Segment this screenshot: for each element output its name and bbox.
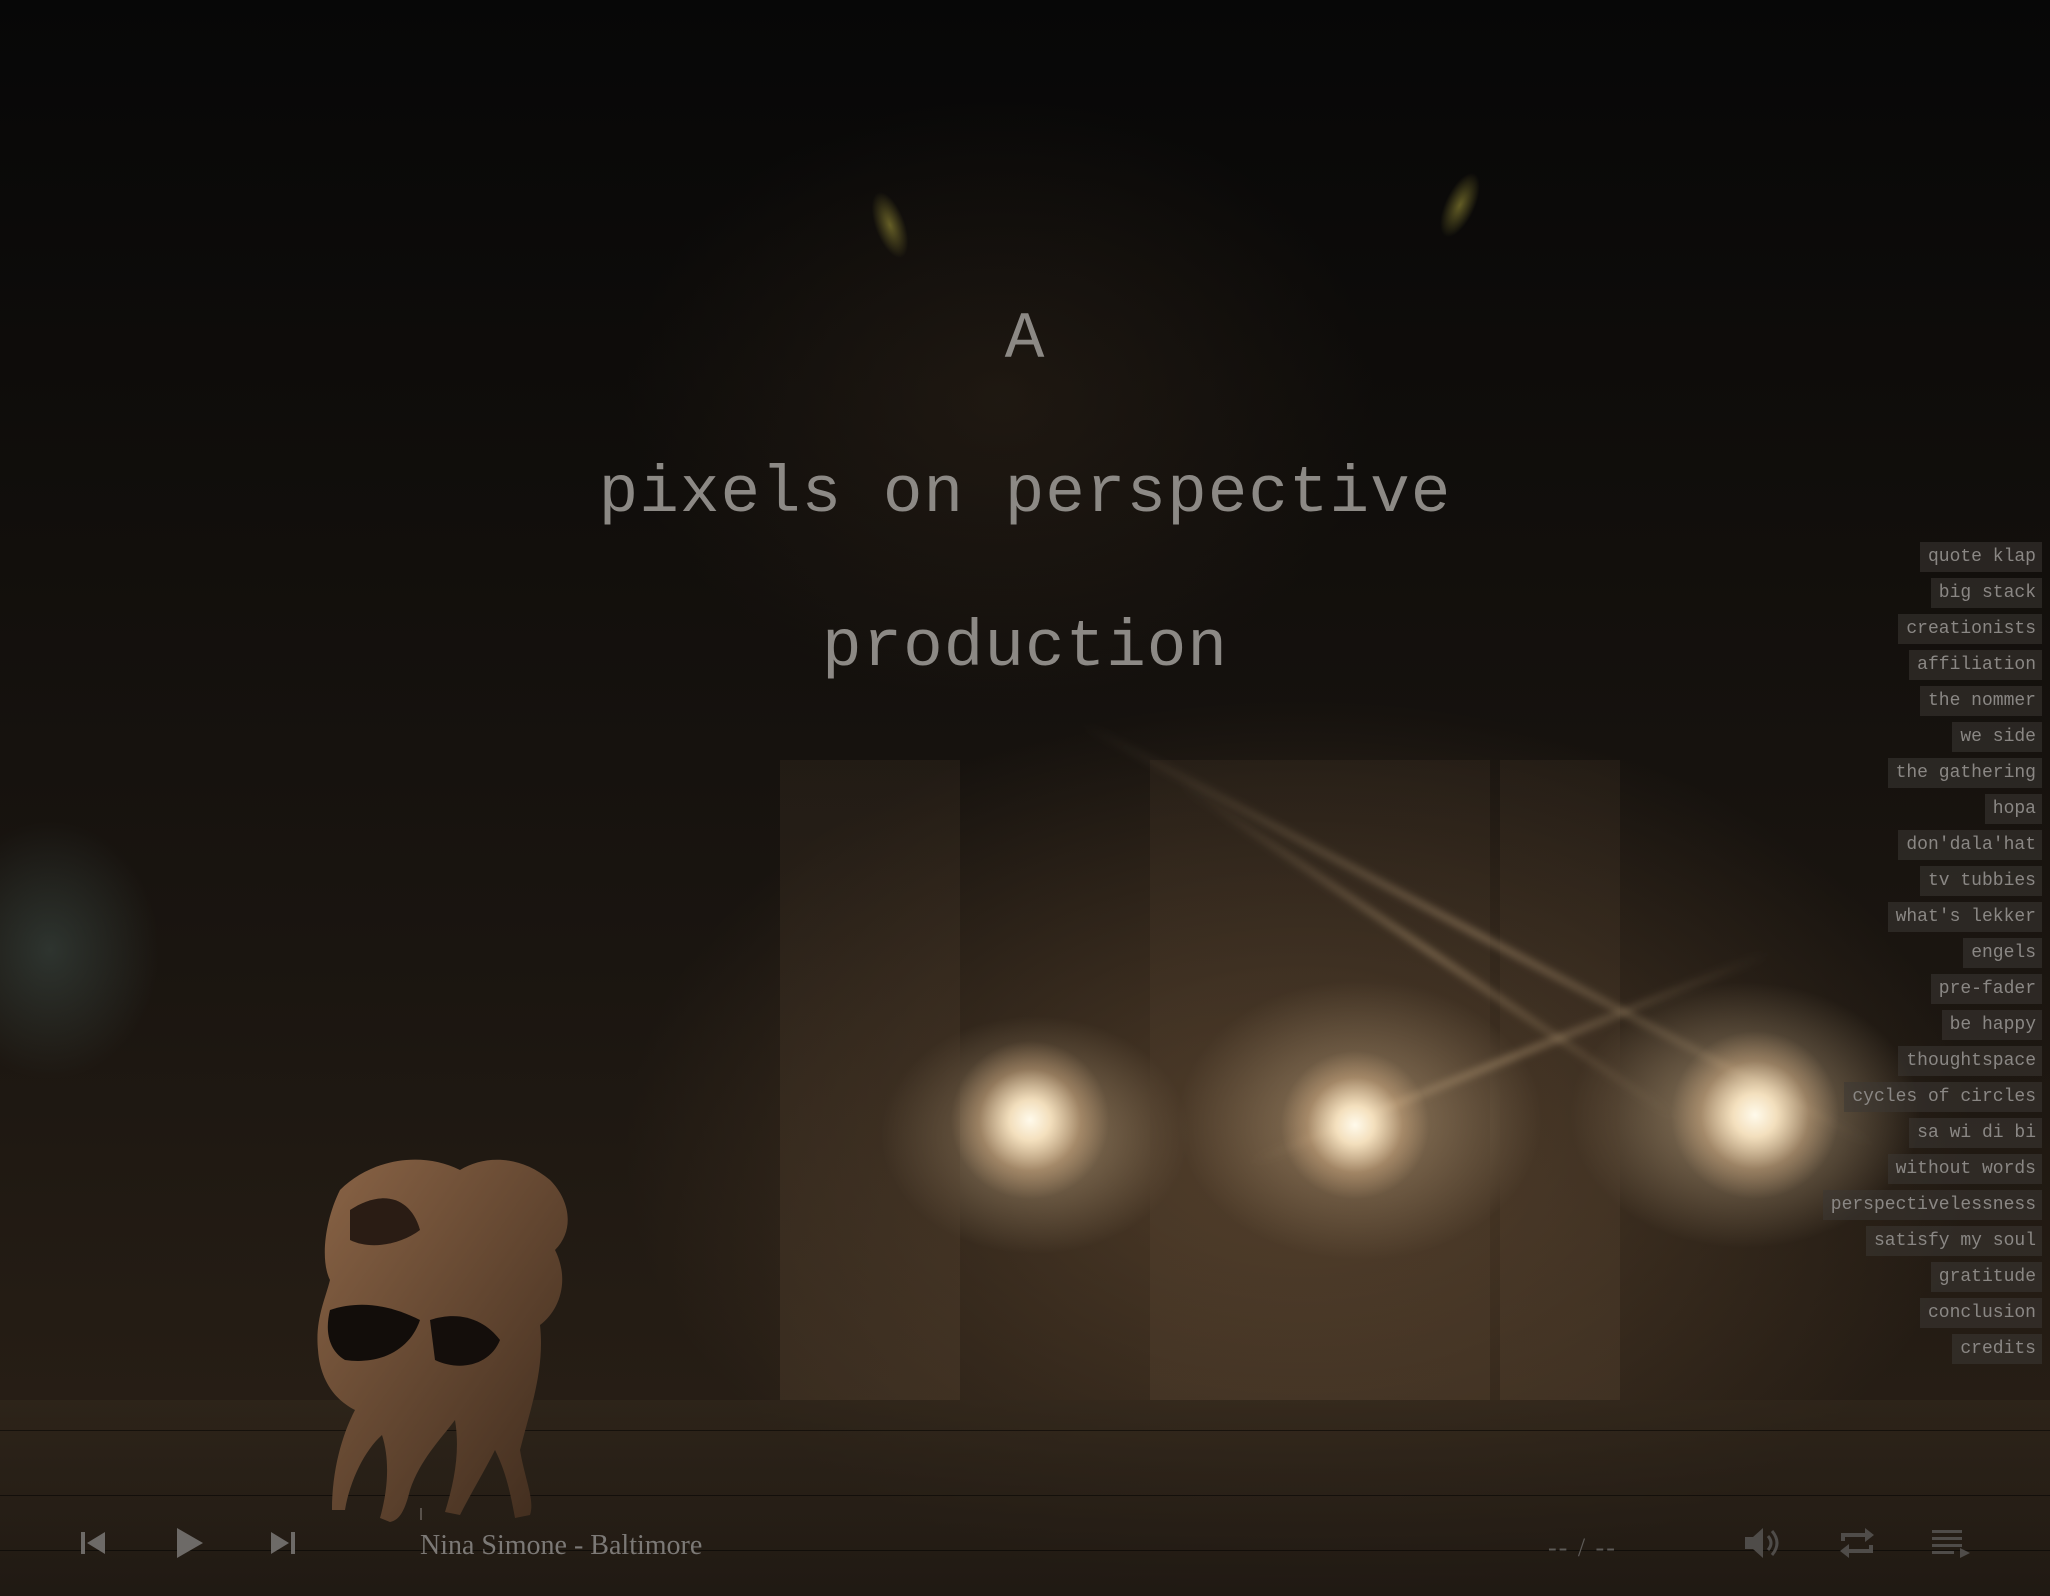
nav-item-label[interactable]: engels	[1963, 938, 2042, 968]
nav-item-label[interactable]: perspectivelessness	[1822, 1190, 2042, 1220]
volume-button[interactable]	[1740, 1520, 1786, 1566]
nav-item-label[interactable]: big stack	[1930, 578, 2042, 608]
nav-item-hopa[interactable]: hopa	[1823, 791, 2042, 827]
audio-player	[0, 1500, 2050, 1596]
skip-next-icon	[271, 1532, 295, 1554]
left-haze	[0, 820, 160, 1080]
nav-item-affiliation[interactable]: affiliation	[1823, 647, 2042, 683]
nav-item-label[interactable]: pre-fader	[1930, 974, 2042, 1004]
nav-item-label[interactable]: credits	[1952, 1334, 2042, 1364]
progress-indicator[interactable]	[420, 1508, 422, 1520]
nav-item-label[interactable]: sa wi di bi	[1909, 1118, 2042, 1148]
nav-item-label[interactable]: thoughtspace	[1898, 1046, 2042, 1076]
stage-light-left	[950, 1040, 1110, 1200]
nav-item-label[interactable]: hopa	[1984, 794, 2042, 824]
ceiling-light-right	[1431, 166, 1489, 244]
title-line-3: production	[821, 610, 1229, 685]
nav-item-credits[interactable]: credits	[1823, 1331, 2042, 1367]
stage-light-center	[1280, 1050, 1430, 1200]
repeat-button[interactable]	[1834, 1520, 1880, 1566]
nav-item-without-words[interactable]: without words	[1823, 1151, 2042, 1187]
volume-icon	[1745, 1528, 1779, 1558]
playlist-button[interactable]	[1928, 1520, 1974, 1566]
nav-item-whats-lekker[interactable]: what's lekker	[1823, 899, 2042, 935]
stage-curtain-right	[1500, 760, 1620, 1400]
nav-item-creationists[interactable]: creationists	[1823, 611, 2042, 647]
playlist-icon	[1932, 1530, 1970, 1558]
nav-item-perspectivelessness[interactable]: perspectivelessness	[1822, 1187, 2042, 1223]
nav-item-label[interactable]: the gathering	[1887, 758, 2042, 788]
nav-item-label[interactable]: creationists	[1898, 614, 2042, 644]
nav-item-big-stack[interactable]: big stack	[1823, 575, 2042, 611]
previous-button[interactable]	[72, 1522, 114, 1564]
nav-item-conclusion[interactable]: conclusion	[1823, 1295, 2042, 1331]
repeat-icon	[1840, 1528, 1874, 1558]
title-line-2: pixels on perspective	[598, 456, 1452, 531]
stage-light-right	[1670, 1030, 1840, 1200]
nav-item-label[interactable]: affiliation	[1909, 650, 2042, 680]
nav-item-label[interactable]: the nommer	[1919, 686, 2042, 716]
nav-item-the-nommer[interactable]: the nommer	[1823, 683, 2042, 719]
nav-item-thoughtspace[interactable]: thoughtspace	[1823, 1043, 2042, 1079]
skip-previous-icon	[81, 1532, 105, 1554]
nav-item-satisfy-my-soul[interactable]: satisfy my soul	[1823, 1223, 2042, 1259]
nav-item-label[interactable]: cycles of circles	[1844, 1082, 2042, 1112]
nav-item-pre-fader[interactable]: pre-fader	[1823, 971, 2042, 1007]
nav-item-quote-klap[interactable]: quote klap	[1823, 539, 2042, 575]
nav-item-label[interactable]: gratitude	[1930, 1262, 2042, 1292]
nav-item-the-gathering[interactable]: the gathering	[1823, 755, 2042, 791]
nav-item-sa-wi-di-bi[interactable]: sa wi di bi	[1823, 1115, 2042, 1151]
title-line-1: A	[1004, 302, 1046, 377]
nav-item-we-side[interactable]: we side	[1823, 719, 2042, 755]
chapter-nav: quote klap big stack creationists affili…	[1822, 539, 2042, 1367]
nav-item-label[interactable]: without words	[1887, 1154, 2042, 1184]
nav-item-label[interactable]: tv tubbies	[1919, 866, 2042, 896]
next-button[interactable]	[262, 1522, 304, 1564]
nav-item-label[interactable]: satisfy my soul	[1865, 1226, 2042, 1256]
nav-item-label[interactable]: conclusion	[1919, 1298, 2042, 1328]
ceiling-light-left	[863, 186, 917, 264]
play-icon	[177, 1528, 203, 1558]
nav-item-dondalahat[interactable]: don'dala'hat	[1823, 827, 2042, 863]
nav-item-label[interactable]: we side	[1952, 722, 2042, 752]
nav-item-label[interactable]: don'dala'hat	[1898, 830, 2042, 860]
nav-item-tv-tubbies[interactable]: tv tubbies	[1823, 863, 2042, 899]
dancers-image	[317, 1159, 568, 1522]
nav-item-gratitude[interactable]: gratitude	[1823, 1259, 2042, 1295]
nav-item-label[interactable]: quote klap	[1919, 542, 2042, 572]
nav-item-label[interactable]: be happy	[1941, 1010, 2042, 1040]
nav-item-engels[interactable]: engels	[1823, 935, 2042, 971]
play-button[interactable]	[166, 1520, 212, 1566]
nav-item-be-happy[interactable]: be happy	[1823, 1007, 2042, 1043]
track-time: -- / --	[1548, 1533, 1617, 1562]
nav-item-cycles-of-circles[interactable]: cycles of circles	[1823, 1079, 2042, 1115]
track-title: Nina Simone - Baltimore	[420, 1530, 703, 1561]
background-stage: A pixels on perspective production quote…	[0, 0, 2050, 1596]
stage-curtain-left	[780, 760, 960, 1400]
nav-item-label[interactable]: what's lekker	[1887, 902, 2042, 932]
